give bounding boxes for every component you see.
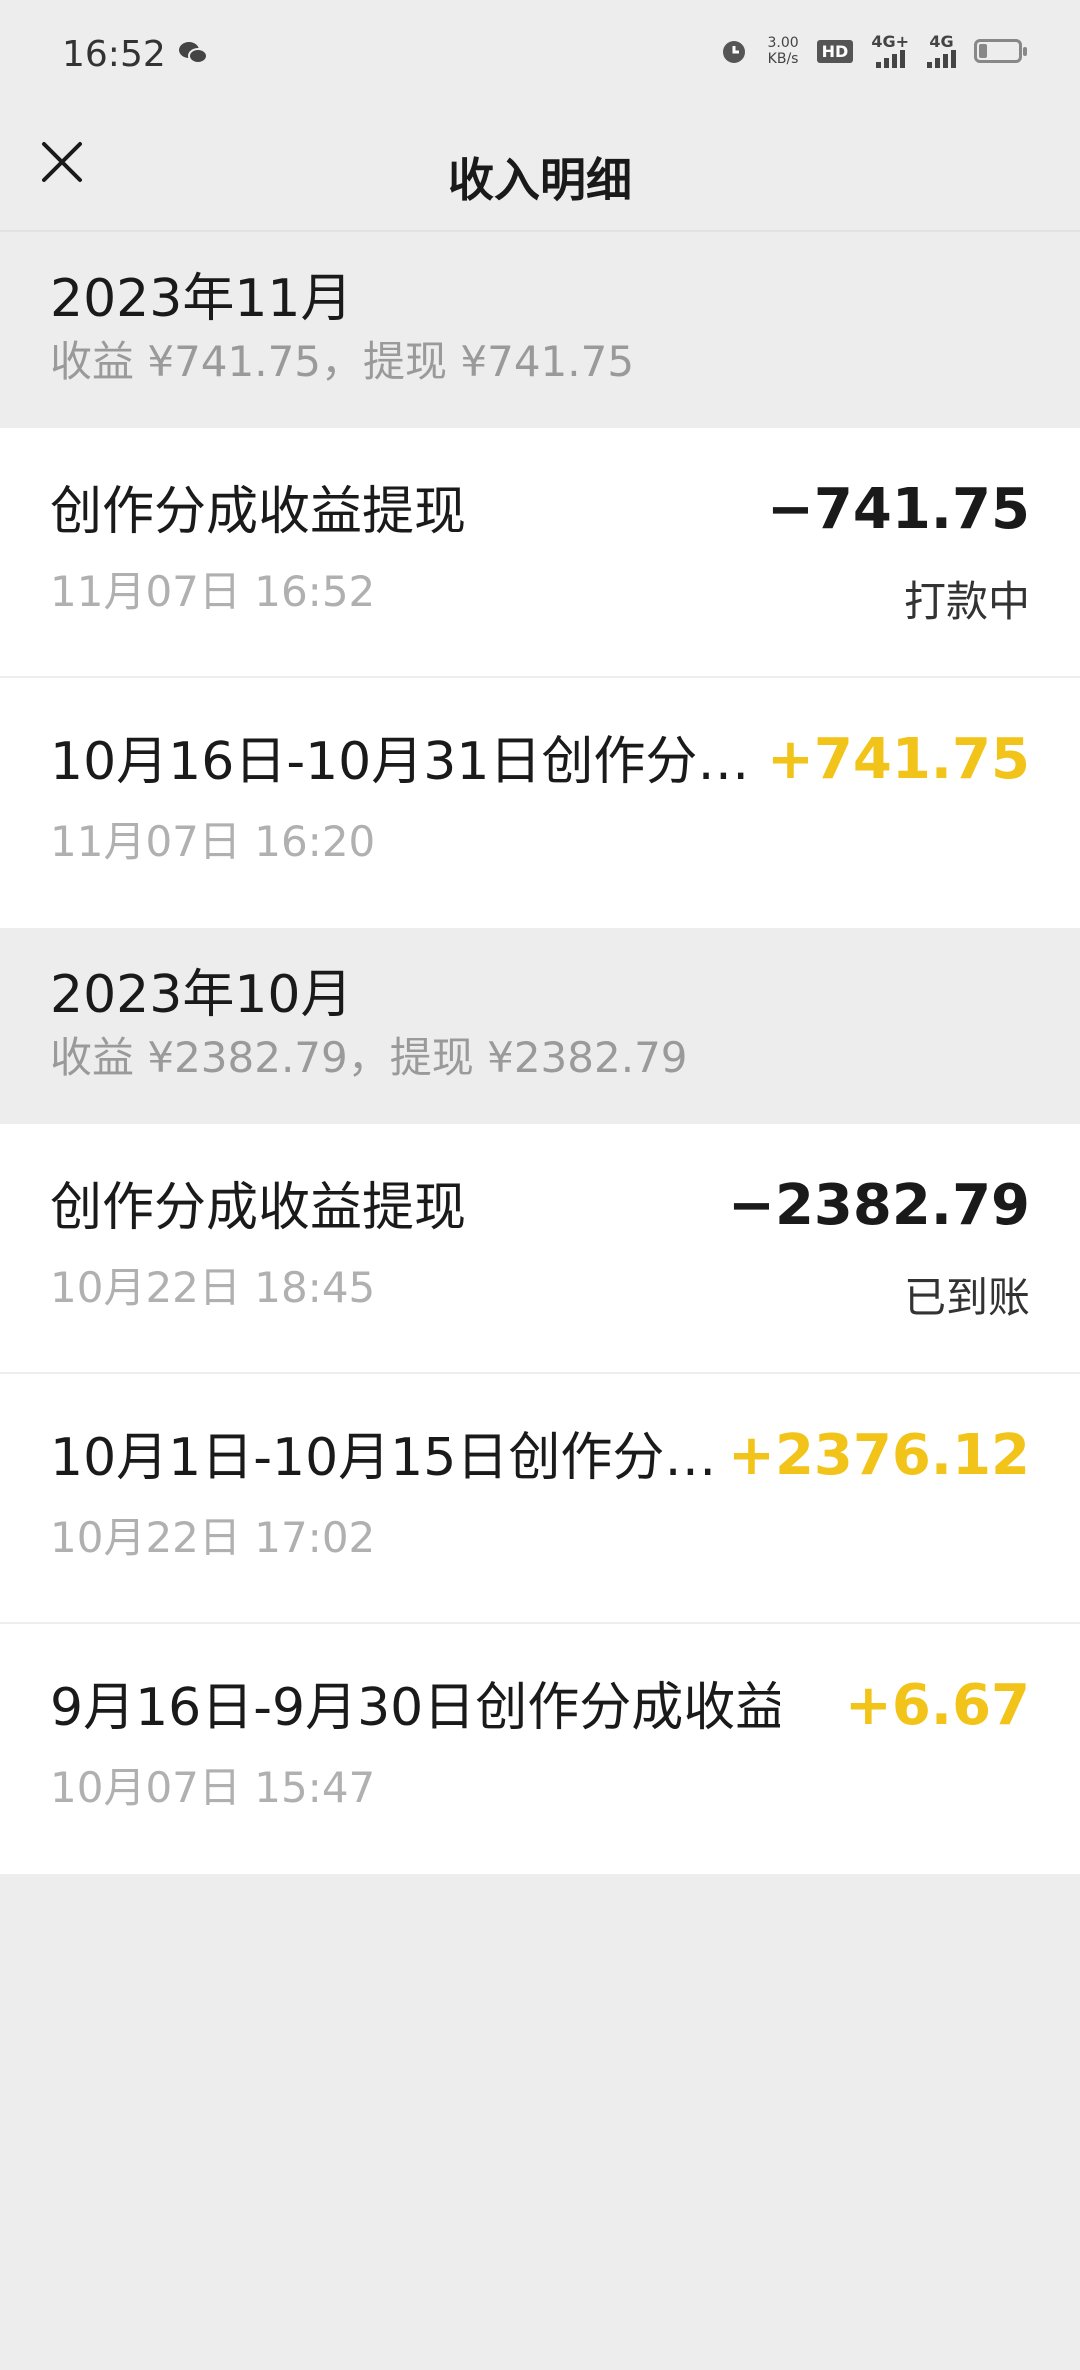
month-summary: 收益 ¥741.75，提现 ¥741.75 bbox=[50, 337, 635, 386]
hd-badge: HD bbox=[816, 39, 854, 63]
transaction-amount: −2382.79 bbox=[728, 1173, 1030, 1238]
transaction-name: 创作分成收益提现 bbox=[50, 482, 467, 542]
status-indicators: 3.00 KB/s HD 4G+ 4G bbox=[719, 34, 1027, 68]
network-speed-value: 3.00 bbox=[767, 35, 799, 51]
network-speed: 3.00 KB/s bbox=[767, 35, 798, 67]
status-time: 16:52 bbox=[62, 34, 166, 75]
month-header: 2023年10月 收益 ¥2382.79，提现 ¥2382.79 bbox=[0, 928, 1080, 1124]
transaction-list: 创作分成收益提现 10月22日 18:45 −2382.79 已到账 10月1日… bbox=[0, 1124, 1080, 1874]
transaction-date: 10月22日 18:45 bbox=[50, 1263, 376, 1312]
month-label: 2023年10月 bbox=[50, 965, 353, 1025]
transaction-list: 创作分成收益提现 11月07日 16:52 −741.75 打款中 10月16日… bbox=[0, 428, 1080, 928]
transaction-date: 10月07日 15:47 bbox=[50, 1763, 376, 1812]
network-speed-unit: KB/s bbox=[767, 51, 799, 67]
transaction-name: 10月16日-10月31日创作分… bbox=[50, 732, 750, 792]
signal-label: 4G bbox=[929, 32, 954, 51]
transaction-name: 创作分成收益提现 bbox=[50, 1178, 467, 1238]
transaction-row[interactable]: 10月1日-10月15日创作分… 10月22日 17:02 +2376.12 bbox=[0, 1374, 1080, 1624]
transaction-status: 已到账 bbox=[903, 1273, 1030, 1322]
alarm-icon bbox=[723, 41, 746, 63]
signal-bars-icon bbox=[927, 50, 956, 68]
month-label: 2023年11月 bbox=[50, 269, 353, 329]
signal-4g-plus: 4G+ bbox=[871, 34, 909, 68]
transaction-row[interactable]: 9月16日-9月30日创作分成收益 10月07日 15:47 +6.67 bbox=[0, 1624, 1080, 1874]
nav-bar: 收入明细 bbox=[0, 110, 1080, 232]
transaction-date: 11月07日 16:52 bbox=[50, 567, 376, 616]
transaction-status: 打款中 bbox=[903, 577, 1030, 626]
page-title: 收入明细 bbox=[448, 153, 632, 207]
transaction-row[interactable]: 10月16日-10月31日创作分… 11月07日 16:20 +741.75 bbox=[0, 678, 1080, 928]
transaction-name: 10月1日-10月15日创作分… bbox=[50, 1428, 717, 1488]
transaction-amount: +6.67 bbox=[844, 1673, 1030, 1738]
signal-label: 4G+ bbox=[871, 32, 909, 51]
signal-bars-icon bbox=[875, 50, 905, 68]
battery-icon bbox=[974, 39, 1027, 63]
month-summary: 收益 ¥2382.79，提现 ¥2382.79 bbox=[50, 1033, 688, 1082]
wechat-icon bbox=[179, 42, 208, 64]
transaction-amount: −741.75 bbox=[766, 477, 1030, 542]
transaction-row[interactable]: 创作分成收益提现 10月22日 18:45 −2382.79 已到账 bbox=[0, 1124, 1080, 1374]
transaction-date: 10月22日 17:02 bbox=[50, 1513, 376, 1562]
month-header: 2023年11月 收益 ¥741.75，提现 ¥741.75 bbox=[0, 232, 1080, 428]
transaction-date: 11月07日 16:20 bbox=[50, 817, 376, 866]
signal-4g: 4G bbox=[927, 34, 956, 68]
transaction-amount: +2376.12 bbox=[728, 1423, 1030, 1488]
status-bar: 16:52 3.00 KB/s HD 4G+ 4G bbox=[0, 0, 1080, 110]
transaction-amount: +741.75 bbox=[766, 727, 1030, 792]
transaction-row[interactable]: 创作分成收益提现 11月07日 16:52 −741.75 打款中 bbox=[0, 428, 1080, 678]
transaction-name: 9月16日-9月30日创作分成收益 bbox=[50, 1678, 780, 1738]
